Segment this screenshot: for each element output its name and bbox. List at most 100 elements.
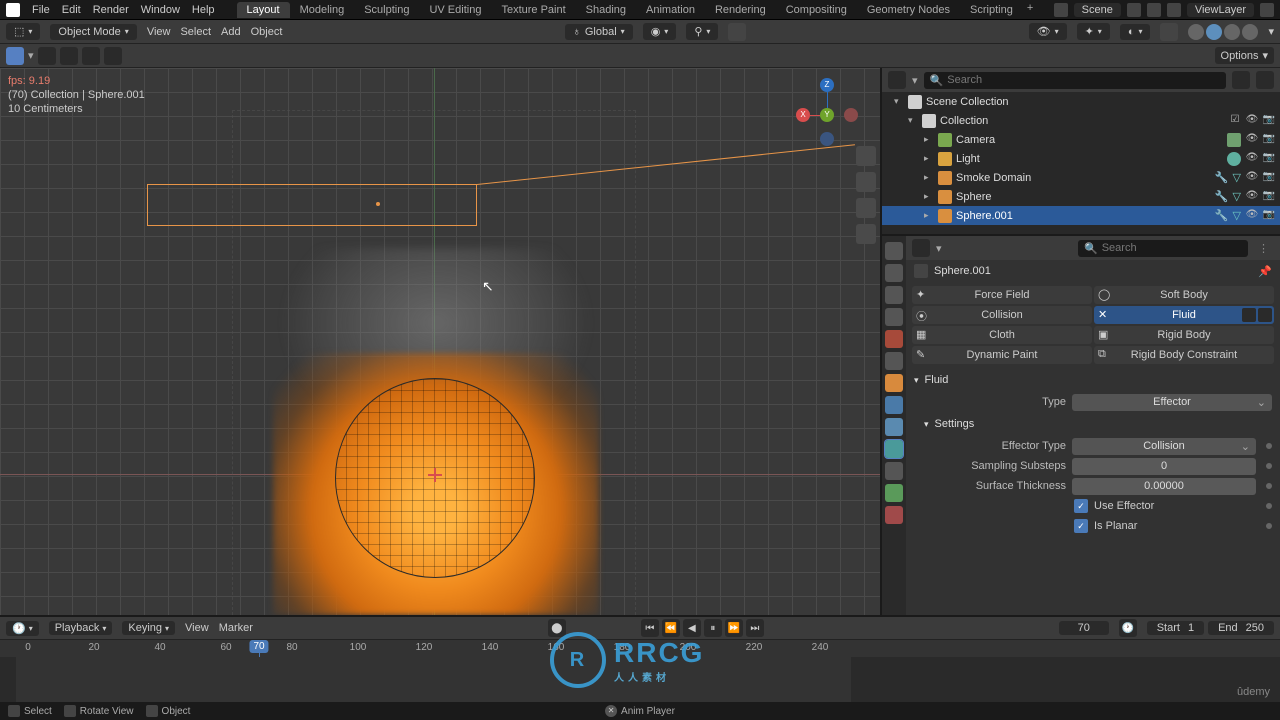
header-view[interactable]: View: [147, 26, 171, 38]
eye-icon[interactable]: 👁: [1245, 114, 1259, 128]
workspace-texpaint[interactable]: Texture Paint: [491, 2, 575, 18]
disclosure-icon[interactable]: ▾: [908, 115, 918, 126]
timeline-view[interactable]: View: [185, 622, 209, 634]
outliner-display-caret[interactable]: ▾: [912, 74, 918, 87]
shading-options-dropdown[interactable]: ▾: [1268, 25, 1274, 38]
viewlayer-new-icon[interactable]: [1260, 3, 1274, 17]
jump-prev-key-button[interactable]: ⏪: [662, 619, 680, 637]
select-mode-1[interactable]: [38, 47, 56, 65]
snap-dropdown[interactable]: ⚲▾: [686, 23, 718, 40]
workspace-scripting[interactable]: Scripting: [960, 2, 1023, 18]
viewlayer-browse-icon[interactable]: [1167, 3, 1181, 17]
disclosure-icon[interactable]: ▸: [924, 172, 934, 183]
btn-cloth[interactable]: ▦Cloth: [912, 326, 1092, 344]
scene-new-icon[interactable]: [1147, 3, 1161, 17]
gizmo-neg-x[interactable]: [844, 108, 858, 122]
render-icon[interactable]: 📷: [1262, 133, 1276, 147]
use-effector-checkbox[interactable]: ✓: [1074, 499, 1088, 513]
jump-end-button[interactable]: ⏭: [746, 619, 764, 637]
gizmo-x-axis[interactable]: X: [796, 108, 810, 122]
fluid-panel-header[interactable]: ▾Fluid: [906, 368, 1280, 392]
workspace-layout[interactable]: Layout: [237, 2, 290, 18]
anim-dot[interactable]: [1266, 463, 1272, 469]
header-add[interactable]: Add: [221, 26, 241, 38]
disclosure-icon[interactable]: ▸: [924, 153, 934, 164]
workspace-rendering[interactable]: Rendering: [705, 2, 776, 18]
select-mode-4[interactable]: [104, 47, 122, 65]
camera-view-icon[interactable]: [856, 198, 876, 218]
outliner-display-dropdown[interactable]: [888, 71, 906, 89]
pan-icon[interactable]: [856, 172, 876, 192]
select-mode-3[interactable]: [82, 47, 100, 65]
tab-data[interactable]: [885, 484, 903, 502]
cancel-anim-button[interactable]: ✕: [605, 705, 617, 717]
3d-viewport[interactable]: fps: 9.19 (70) Collection | Sphere.001 1…: [0, 68, 882, 615]
exclude-checkbox[interactable]: ☑: [1228, 114, 1242, 128]
is-planar-checkbox[interactable]: ✓: [1074, 519, 1088, 533]
playback-dropdown[interactable]: Playback▾: [49, 621, 113, 635]
outliner-item-sphere[interactable]: ▸ Sphere 🔧 ▽ 👁📷: [882, 187, 1280, 206]
disclosure-icon[interactable]: ▸: [924, 191, 934, 202]
workspace-compositing[interactable]: Compositing: [776, 2, 857, 18]
render-icon[interactable]: 📷: [1262, 190, 1276, 204]
tab-world[interactable]: [885, 330, 903, 348]
scene-selector[interactable]: Scene: [1074, 3, 1121, 17]
anim-dot[interactable]: [1266, 503, 1272, 509]
jump-next-key-button[interactable]: ⏩: [725, 619, 743, 637]
options-icon[interactable]: ⋮: [1258, 242, 1274, 255]
selected-plane-outline[interactable]: [147, 184, 477, 226]
render-icon[interactable]: 📷: [1262, 209, 1276, 223]
sampling-field[interactable]: 0: [1072, 458, 1256, 475]
start-frame-field[interactable]: Start1: [1147, 621, 1204, 635]
disclosure-icon[interactable]: ▸: [924, 210, 934, 221]
tab-constraint[interactable]: [885, 462, 903, 480]
outliner-collection[interactable]: ▾ Collection ☑👁📷: [882, 111, 1280, 130]
eye-icon[interactable]: 👁: [1245, 133, 1259, 147]
eye-icon[interactable]: 👁: [1245, 171, 1259, 185]
viewlayer-selector[interactable]: ViewLayer: [1187, 3, 1254, 17]
btn-force-field[interactable]: ✦Force Field: [912, 286, 1092, 304]
scene-pin-icon[interactable]: [1127, 3, 1141, 17]
properties-editor-dropdown[interactable]: [912, 239, 930, 257]
eye-icon[interactable]: 👁: [1245, 209, 1259, 223]
effector-type-dropdown[interactable]: Collision: [1072, 438, 1256, 455]
options-dropdown[interactable]: Options▾: [1215, 47, 1274, 64]
editor-type-dropdown[interactable]: ⬚▾: [6, 23, 40, 40]
outliner-item-light[interactable]: ▸ Light 👁📷: [882, 149, 1280, 168]
fluid-type-dropdown[interactable]: Effector: [1072, 394, 1272, 411]
workspace-shading[interactable]: Shading: [576, 2, 636, 18]
properties-search[interactable]: 🔍Search: [1078, 240, 1248, 257]
end-frame-field[interactable]: End250: [1208, 621, 1274, 635]
btn-soft-body[interactable]: ◯Soft Body: [1094, 286, 1274, 304]
gizmo-y-axis[interactable]: Y: [820, 108, 834, 122]
render-icon[interactable]: 📷: [1262, 171, 1276, 185]
outliner-search[interactable]: 🔍Search: [924, 72, 1226, 89]
pause-button[interactable]: ⏸: [704, 619, 722, 637]
tool-select-box[interactable]: [6, 47, 24, 65]
outliner-scene-collection[interactable]: ▾ Scene Collection: [882, 92, 1280, 111]
menu-help[interactable]: Help: [192, 4, 215, 16]
perspective-icon[interactable]: [856, 224, 876, 244]
tool-select-dropdown[interactable]: ▾: [28, 49, 34, 62]
anim-dot[interactable]: [1266, 523, 1272, 529]
thickness-field[interactable]: 0.00000: [1072, 478, 1256, 495]
settings-panel-header[interactable]: ▾Settings: [906, 412, 1280, 436]
xray-toggle[interactable]: [1160, 23, 1178, 41]
tab-particle[interactable]: [885, 418, 903, 436]
gizmo-z-axis[interactable]: Z: [820, 78, 834, 92]
timeline-editor-dropdown[interactable]: 🕐▾: [6, 621, 39, 636]
tab-collection[interactable]: [885, 352, 903, 370]
outliner-filter-button[interactable]: [1232, 71, 1250, 89]
tab-scene[interactable]: [885, 308, 903, 326]
x-icon[interactable]: ✕: [1098, 308, 1112, 322]
outliner-item-sphere001[interactable]: ▸ Sphere.001 🔧 ▽ 👁📷: [882, 206, 1280, 225]
btn-rigid-body-constraint[interactable]: ⧉Rigid Body Constraint: [1094, 346, 1274, 364]
disclosure-icon[interactable]: ▸: [924, 134, 934, 145]
pivot-dropdown[interactable]: ◉▾: [643, 23, 677, 40]
anim-dot[interactable]: [1266, 483, 1272, 489]
header-object[interactable]: Object: [251, 26, 283, 38]
use-preview-range[interactable]: 🕐: [1119, 619, 1137, 637]
menu-render[interactable]: Render: [93, 4, 129, 16]
orientation-dropdown[interactable]: ♁Global▾: [565, 24, 633, 40]
gizmo-dropdown[interactable]: ✦▾: [1077, 23, 1110, 40]
